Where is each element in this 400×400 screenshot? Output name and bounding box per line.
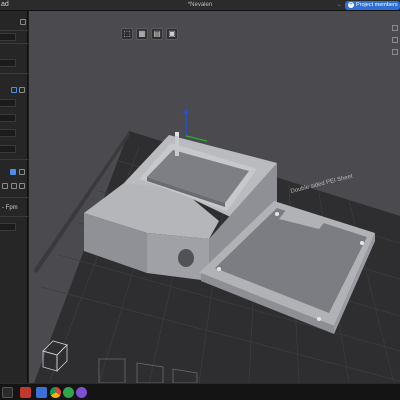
layers-icon[interactable]: ▤: [151, 28, 163, 40]
side-control-icon[interactable]: [392, 37, 398, 43]
divider: [0, 197, 28, 198]
project-members-label: Project members: [356, 2, 398, 8]
setting-field[interactable]: [0, 145, 16, 153]
start-icon[interactable]: [2, 387, 13, 398]
viewport-toolbar: ⬚ ▦ ▤ ▣: [121, 28, 178, 40]
title-bar: ad *Nevalen ← + Project members: [0, 0, 400, 11]
toggle-icon[interactable]: [10, 169, 16, 175]
option-icon[interactable]: [19, 169, 25, 175]
view-cube-icon[interactable]: ⬚: [121, 28, 133, 40]
scene-canvas[interactable]: Double sided PEI Sheet: [29, 11, 400, 383]
app-icon-red[interactable]: [20, 387, 31, 398]
link-icon[interactable]: [11, 87, 17, 93]
divider: [0, 30, 28, 31]
speed-value: - Fpm: [2, 205, 18, 211]
app-icon-green[interactable]: [63, 387, 74, 398]
setting-field[interactable]: [0, 114, 16, 122]
chrome-icon[interactable]: [50, 387, 61, 398]
app-icon-blue[interactable]: [36, 387, 47, 398]
divider: [0, 43, 28, 44]
3d-viewport[interactable]: Double sided PEI Sheet ⬚ ▦ ▤ ▣: [29, 11, 400, 383]
setting-field[interactable]: [0, 99, 16, 107]
viewport-side-controls: [390, 23, 400, 63]
back-icon[interactable]: ←: [337, 2, 343, 8]
divider: [0, 216, 28, 217]
plus-icon: +: [348, 2, 354, 8]
grid-view-icon[interactable]: ▦: [136, 28, 148, 40]
option-icon[interactable]: [2, 183, 8, 189]
settings-icon[interactable]: [20, 19, 26, 25]
divider: [0, 73, 28, 74]
standoff: [175, 136, 179, 156]
taskbar: [0, 383, 400, 400]
divider: [0, 159, 28, 160]
side-control-icon[interactable]: [392, 49, 398, 55]
project-members-button[interactable]: + Project members: [345, 1, 400, 10]
settings-panel: - Fpm: [0, 11, 28, 383]
setting-field[interactable]: [0, 33, 16, 41]
option-icon[interactable]: [19, 183, 25, 189]
side-control-icon[interactable]: [392, 25, 398, 31]
z-axis-arrow: [183, 108, 189, 114]
preview-icon[interactable]: ▣: [166, 28, 178, 40]
setting-field[interactable]: [0, 59, 16, 67]
setting-field[interactable]: [0, 129, 16, 137]
viber-icon[interactable]: [76, 387, 87, 398]
option-icon[interactable]: [11, 183, 17, 189]
reset-icon[interactable]: [19, 87, 25, 93]
port-hole: [178, 249, 194, 267]
setting-field[interactable]: [0, 223, 16, 231]
